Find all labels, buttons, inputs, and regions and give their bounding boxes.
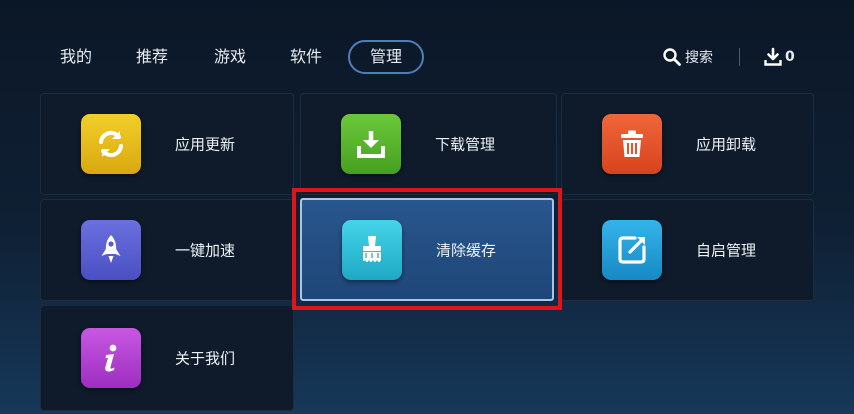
tile-app-update[interactable]: 应用更新 [40, 93, 294, 195]
download-count: 0 [785, 49, 795, 65]
tile-label: 自启管理 [696, 241, 757, 260]
tile-label: 应用卸载 [696, 135, 757, 154]
tile-label: 应用更新 [175, 135, 236, 154]
tile-uninstall[interactable]: 应用卸载 [561, 93, 814, 195]
search-button[interactable]: 搜索 [662, 44, 713, 70]
tab-software[interactable]: 软件 [276, 40, 336, 74]
trash-icon [602, 114, 662, 174]
download-button[interactable]: 0 [763, 44, 795, 70]
toolbar-divider [739, 48, 740, 66]
tile-label: 关于我们 [175, 349, 236, 368]
tile-about-us[interactable]: 关于我们 [40, 305, 294, 411]
search-icon [662, 47, 682, 67]
refresh-icon [81, 114, 141, 174]
tab-games[interactable]: 游戏 [200, 40, 260, 74]
tab-mine[interactable]: 我的 [46, 40, 106, 74]
download-tray-icon [341, 114, 401, 174]
tile-download-manager[interactable]: 下载管理 [300, 93, 557, 195]
selection-highlight-frame [292, 188, 562, 310]
tab-recommended[interactable]: 推荐 [122, 40, 182, 74]
info-icon [81, 328, 141, 388]
edit-square-icon [602, 220, 662, 280]
tile-one-key-boost[interactable]: 一键加速 [40, 199, 294, 301]
tile-label: 下载管理 [435, 135, 496, 154]
download-icon [763, 47, 783, 67]
rocket-icon [81, 220, 141, 280]
search-label: 搜索 [685, 50, 713, 66]
top-navigation: 我的 推荐 游戏 软件 管理 搜索 0 [0, 0, 854, 92]
tile-autostart-manager[interactable]: 自启管理 [561, 199, 814, 301]
tile-label: 一键加速 [175, 241, 236, 260]
tab-manage[interactable]: 管理 [348, 40, 424, 74]
